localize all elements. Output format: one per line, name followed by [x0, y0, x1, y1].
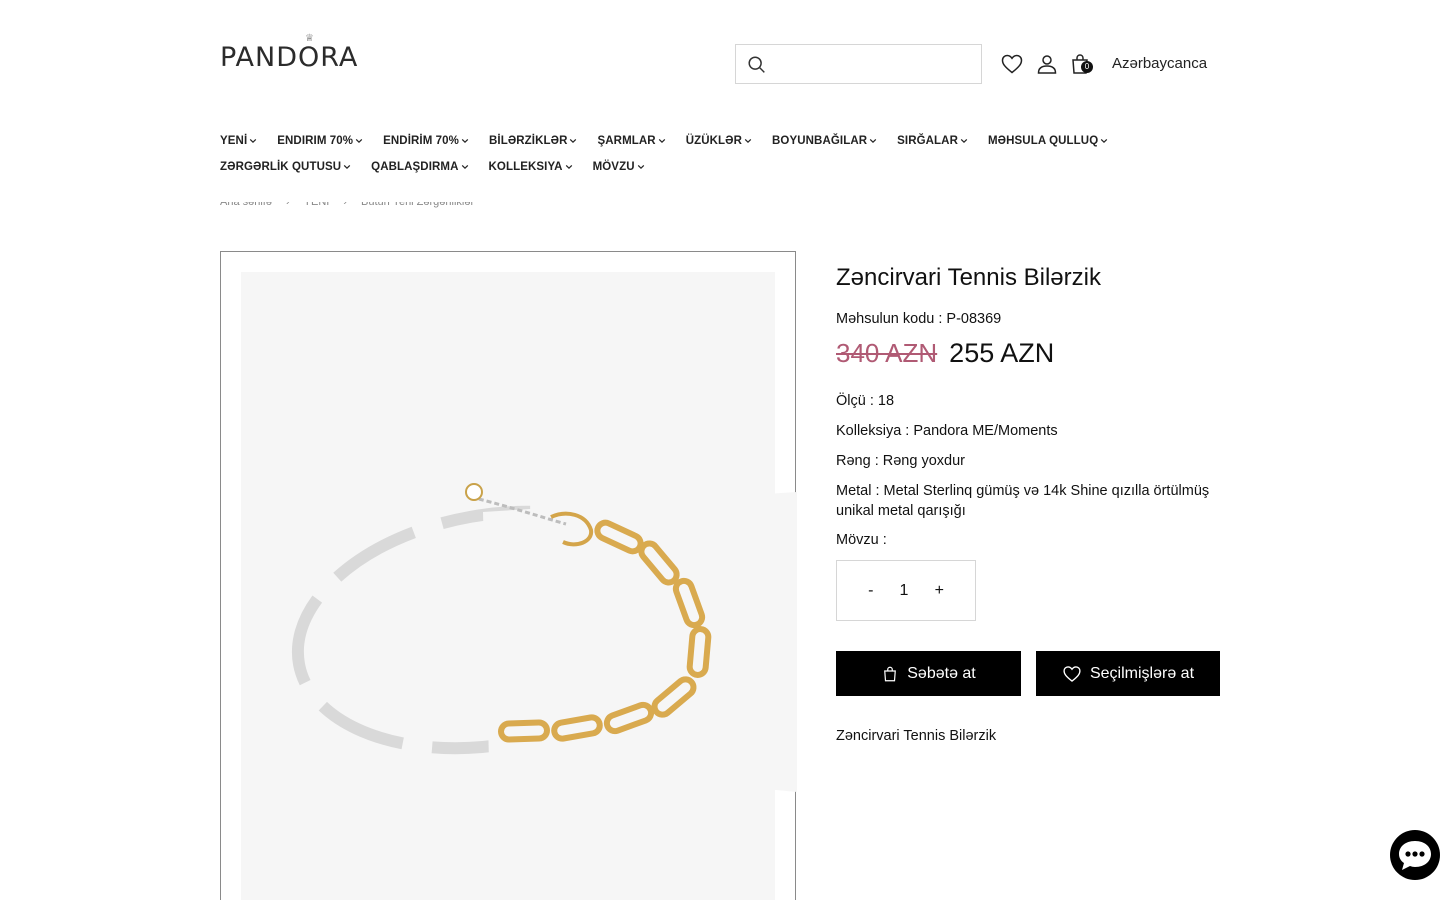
- heart-icon[interactable]: [1000, 52, 1024, 76]
- breadcrumb-separator: ›: [343, 202, 348, 208]
- nav-item-uzukler[interactable]: ÜZÜKLƏR: [686, 135, 752, 147]
- user-icon[interactable]: [1035, 52, 1059, 76]
- chevron-down-icon: [869, 138, 877, 144]
- quantity-stepper: - 1 +: [836, 560, 976, 621]
- product-image-gallery: [220, 251, 797, 900]
- nav-item-boyunbagilar[interactable]: BOYUNBAĞILAR: [772, 135, 877, 147]
- cart-count-badge: 0: [1081, 61, 1093, 73]
- nav-item-yeni[interactable]: YENİ: [220, 135, 257, 147]
- chevron-down-icon: [637, 164, 644, 170]
- crown-icon: ♕: [305, 33, 315, 44]
- chevron-down-icon: [1101, 138, 1108, 144]
- nav-item-endirim-70[interactable]: ENDIRIM 70%: [277, 135, 363, 147]
- nav-item-label[interactable]: ENDIRIM 70%: [277, 135, 353, 147]
- current-price: 255 AZN: [949, 338, 1055, 368]
- nav-item-label[interactable]: QABLAŞDIRMA: [371, 161, 458, 173]
- nav-item-endirim-70-alt[interactable]: ENDİRİM 70%: [383, 135, 469, 147]
- logo-text[interactable]: PANDORA: [220, 42, 358, 73]
- qty-decrease-button[interactable]: -: [868, 582, 873, 600]
- nav-row-2: ZƏRGƏRLİK QUTUSU QABLAŞDIRMA KOLLEKSIYA …: [220, 154, 1220, 180]
- price-block: 340 AZN 255 AZN: [836, 338, 1220, 369]
- product-code: Məhsulun kodu : P-08369: [836, 311, 1002, 327]
- chevron-down-icon: [658, 138, 665, 144]
- nav-item-qablasdirma[interactable]: QABLAŞDIRMA: [371, 161, 468, 173]
- nav-item-zergerlik-qutusu[interactable]: ZƏRGƏRLİK QUTUSU: [220, 161, 351, 173]
- qty-increase-button[interactable]: +: [935, 582, 944, 600]
- nav-item-label[interactable]: BOYUNBAĞILAR: [772, 135, 867, 147]
- add-to-cart-label: Səbətə at: [907, 664, 976, 682]
- action-buttons: Səbətə at Seçilmişlərə at: [836, 651, 1220, 696]
- breadcrumb-current: Bütün Yeni Zərgənliklər: [361, 202, 475, 208]
- chevron-down-icon: [250, 138, 257, 144]
- nav-item-bilerzikler[interactable]: BİLƏRZİKLƏR: [489, 135, 577, 147]
- add-to-favorites-label: Seçilmişlərə at: [1089, 664, 1195, 682]
- chat-bubble-icon: [1399, 841, 1431, 870]
- search-box[interactable]: [735, 44, 982, 84]
- main-navigation: YENİ ENDIRIM 70% ENDİRİM 70% BİLƏRZİKLƏR…: [220, 128, 1220, 180]
- chevron-down-icon: [570, 138, 577, 144]
- chevron-down-icon: [744, 138, 752, 144]
- old-price: 340 AZN: [836, 338, 938, 368]
- pandora-logo[interactable]: PANDORA ♕: [220, 33, 358, 73]
- chevron-down-icon: [960, 138, 968, 144]
- add-to-cart-button[interactable]: Səbətə at: [836, 651, 1021, 696]
- nav-item-label[interactable]: ŞARMLAR: [597, 135, 655, 147]
- breadcrumb-home[interactable]: Ana səhifə: [220, 202, 272, 216]
- add-to-favorites-button[interactable]: Seçilmişlərə at: [1036, 651, 1220, 696]
- product-title: Zəncirvari Tennis Bilərzik: [836, 264, 1101, 291]
- breadcrumb-separator: ›: [285, 202, 290, 208]
- nav-item-sirgalar[interactable]: SIRĞALAR: [897, 135, 968, 147]
- nav-item-label[interactable]: BİLƏRZİKLƏR: [489, 135, 567, 147]
- chevron-down-icon: [343, 164, 351, 170]
- product-attributes: Ölçü : 18 Kolleksiya : Pandora ME/Moment…: [836, 391, 1220, 550]
- site-header: PANDORA ♕ 0 Azərbaycanca: [220, 33, 1220, 90]
- shopping-bag-icon: [884, 666, 897, 681]
- language-selector[interactable]: Azərbaycanca: [1112, 55, 1207, 72]
- nav-item-mehsula-qulluq[interactable]: MƏHSULA QULLUQ: [988, 135, 1108, 147]
- nav-item-label[interactable]: YENİ: [220, 135, 247, 147]
- nav-item-label[interactable]: ENDİRİM 70%: [383, 135, 459, 147]
- breadcrumb: Ana səhifə › YENİ › Bütün Yeni Zərgənlik…: [220, 202, 488, 216]
- attr-color: Rəng : Rəng yoxdur: [836, 453, 965, 469]
- qty-value[interactable]: 1: [900, 582, 909, 600]
- chevron-down-icon: [355, 138, 363, 144]
- search-input[interactable]: [776, 45, 976, 83]
- nav-item-movzu[interactable]: MÖVZU: [593, 161, 645, 173]
- nav-item-kolleksiya[interactable]: KOLLEKSIYA: [489, 161, 573, 173]
- attr-collection: Kolleksiya : Pandora ME/Moments: [836, 423, 1058, 439]
- nav-item-label[interactable]: SIRĞALAR: [897, 135, 958, 147]
- bracelet-image[interactable]: [221, 252, 797, 900]
- chevron-down-icon: [565, 164, 572, 170]
- attr-size: Ölçü : 18: [836, 393, 895, 409]
- nav-item-label[interactable]: KOLLEKSIYA: [489, 161, 563, 173]
- nav-item-label[interactable]: MƏHSULA QULLUQ: [988, 135, 1098, 147]
- chevron-down-icon: [461, 164, 468, 170]
- product-description: Zəncirvari Tennis Bilərzik: [836, 728, 997, 744]
- search-icon[interactable]: [746, 54, 768, 76]
- nav-item-label[interactable]: ZƏRGƏRLİK QUTUSU: [220, 161, 341, 173]
- attr-metal: Metal : Metal Sterlinq gümüş və 14k Shin…: [836, 483, 1210, 519]
- nav-item-label[interactable]: MÖVZU: [593, 161, 635, 173]
- attr-theme: Mövzu :: [836, 532, 887, 548]
- chevron-down-icon: [461, 138, 469, 144]
- heart-icon: [1063, 665, 1081, 682]
- breadcrumb-yeni[interactable]: YENİ: [304, 202, 330, 216]
- chat-button[interactable]: [1390, 830, 1440, 880]
- product-info: Zəncirvari Tennis Bilərzik Məhsulun kodu…: [836, 262, 1220, 744]
- nav-item-sarmlar[interactable]: ŞARMLAR: [597, 135, 665, 147]
- nav-row-1: YENİ ENDIRIM 70% ENDİRİM 70% BİLƏRZİKLƏR…: [220, 128, 1220, 154]
- nav-item-label[interactable]: ÜZÜKLƏR: [686, 135, 742, 147]
